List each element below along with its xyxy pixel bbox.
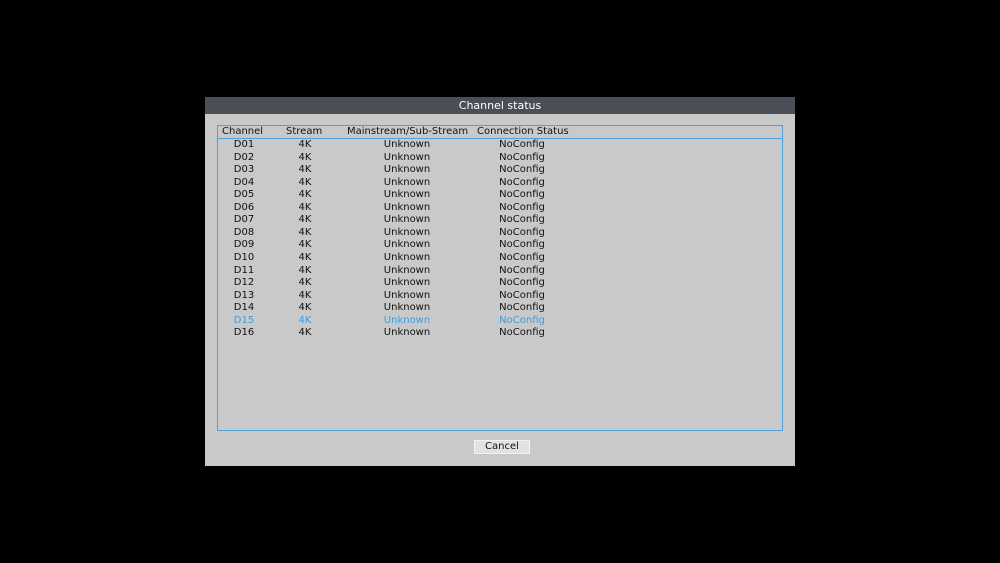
column-header-stream[interactable]: Stream xyxy=(286,126,322,138)
cell-stream: 4K xyxy=(298,264,312,276)
cell-mainstream: Unknown xyxy=(383,239,431,251)
cell-channel: D08 xyxy=(233,226,255,238)
table-row[interactable]: D06 4K Unknown NoConfig xyxy=(218,202,782,215)
table-row[interactable]: D04 4K Unknown NoConfig xyxy=(218,177,782,190)
cell-connection-status: NoConfig xyxy=(499,201,545,213)
channel-status-table[interactable]: Channel Stream Mainstream/Sub-Stream Con… xyxy=(217,125,783,431)
cell-connection-status: NoConfig xyxy=(499,277,545,289)
cell-connection-status: NoConfig xyxy=(499,314,545,326)
cell-connection-status: NoConfig xyxy=(499,226,545,238)
dialog-title: Channel status xyxy=(205,97,795,114)
cell-connection-status: NoConfig xyxy=(499,164,545,176)
table-row[interactable]: D11 4K Unknown NoConfig xyxy=(218,265,782,278)
table-row[interactable]: D13 4K Unknown NoConfig xyxy=(218,290,782,303)
cell-channel: D06 xyxy=(233,201,255,213)
cell-connection-status: NoConfig xyxy=(499,264,545,276)
cell-mainstream: Unknown xyxy=(383,151,431,163)
table-row[interactable]: D16 4K Unknown NoConfig xyxy=(218,327,782,340)
cell-connection-status: NoConfig xyxy=(499,176,545,188)
table-row[interactable]: D15 4K Unknown NoConfig xyxy=(218,315,782,328)
table-row[interactable]: D07 4K Unknown NoConfig xyxy=(218,214,782,227)
cell-connection-status: NoConfig xyxy=(499,239,545,251)
table-row[interactable]: D09 4K Unknown NoConfig xyxy=(218,239,782,252)
cell-mainstream: Unknown xyxy=(383,201,431,213)
cell-mainstream: Unknown xyxy=(383,327,431,339)
cell-channel: D13 xyxy=(233,289,255,301)
table-row[interactable]: D03 4K Unknown NoConfig xyxy=(218,164,782,177)
cell-mainstream: Unknown xyxy=(383,289,431,301)
cell-stream: 4K xyxy=(298,289,312,301)
cell-stream: 4K xyxy=(298,226,312,238)
cell-connection-status: NoConfig xyxy=(499,302,545,314)
table-row[interactable]: D12 4K Unknown NoConfig xyxy=(218,277,782,290)
cell-connection-status: NoConfig xyxy=(499,251,545,263)
cell-stream: 4K xyxy=(298,314,312,326)
cell-stream: 4K xyxy=(298,239,312,251)
cancel-button[interactable]: Cancel xyxy=(474,440,530,454)
cell-mainstream: Unknown xyxy=(383,214,431,226)
cell-channel: D01 xyxy=(233,139,255,150)
channel-status-dialog: Channel status Channel Stream Mainstream… xyxy=(205,97,795,466)
cell-stream: 4K xyxy=(298,176,312,188)
cell-channel: D14 xyxy=(233,302,255,314)
cell-channel: D15 xyxy=(233,314,255,326)
cell-mainstream: Unknown xyxy=(383,164,431,176)
cell-channel: D10 xyxy=(233,251,255,263)
table-row[interactable]: D10 4K Unknown NoConfig xyxy=(218,252,782,265)
cell-connection-status: NoConfig xyxy=(499,151,545,163)
column-header-channel[interactable]: Channel xyxy=(222,126,263,138)
cell-connection-status: NoConfig xyxy=(499,189,545,201)
cell-stream: 4K xyxy=(298,251,312,263)
cell-stream: 4K xyxy=(298,189,312,201)
cell-connection-status: NoConfig xyxy=(499,289,545,301)
cell-stream: 4K xyxy=(298,139,312,150)
cell-stream: 4K xyxy=(298,164,312,176)
cell-mainstream: Unknown xyxy=(383,176,431,188)
cell-stream: 4K xyxy=(298,151,312,163)
cell-channel: D03 xyxy=(233,164,255,176)
cell-channel: D02 xyxy=(233,151,255,163)
cell-mainstream: Unknown xyxy=(383,251,431,263)
cell-channel: D04 xyxy=(233,176,255,188)
cell-channel: D12 xyxy=(233,277,255,289)
cell-connection-status: NoConfig xyxy=(499,327,545,339)
cell-channel: D16 xyxy=(233,327,255,339)
cell-mainstream: Unknown xyxy=(383,226,431,238)
cell-mainstream: Unknown xyxy=(383,277,431,289)
cell-stream: 4K xyxy=(298,302,312,314)
cell-mainstream: Unknown xyxy=(383,264,431,276)
cell-channel: D11 xyxy=(233,264,255,276)
table-row[interactable]: D14 4K Unknown NoConfig xyxy=(218,302,782,315)
cell-stream: 4K xyxy=(298,214,312,226)
table-row[interactable]: D05 4K Unknown NoConfig xyxy=(218,189,782,202)
cell-mainstream: Unknown xyxy=(383,302,431,314)
cell-mainstream: Unknown xyxy=(383,189,431,201)
column-header-connection-status[interactable]: Connection Status xyxy=(477,126,569,138)
cell-connection-status: NoConfig xyxy=(499,214,545,226)
cell-channel: D05 xyxy=(233,189,255,201)
cell-mainstream: Unknown xyxy=(383,139,431,150)
cell-stream: 4K xyxy=(298,201,312,213)
cell-mainstream: Unknown xyxy=(383,314,431,326)
table-row[interactable]: D02 4K Unknown NoConfig xyxy=(218,152,782,165)
column-header-mainstream[interactable]: Mainstream/Sub-Stream xyxy=(347,126,468,138)
table-row[interactable]: D08 4K Unknown NoConfig xyxy=(218,227,782,240)
cell-channel: D07 xyxy=(233,214,255,226)
cell-connection-status: NoConfig xyxy=(499,139,545,150)
cell-channel: D09 xyxy=(233,239,255,251)
table-row[interactable]: D01 4K Unknown NoConfig xyxy=(218,139,782,152)
cell-stream: 4K xyxy=(298,327,312,339)
table-header: Channel Stream Mainstream/Sub-Stream Con… xyxy=(218,126,782,139)
cell-stream: 4K xyxy=(298,277,312,289)
